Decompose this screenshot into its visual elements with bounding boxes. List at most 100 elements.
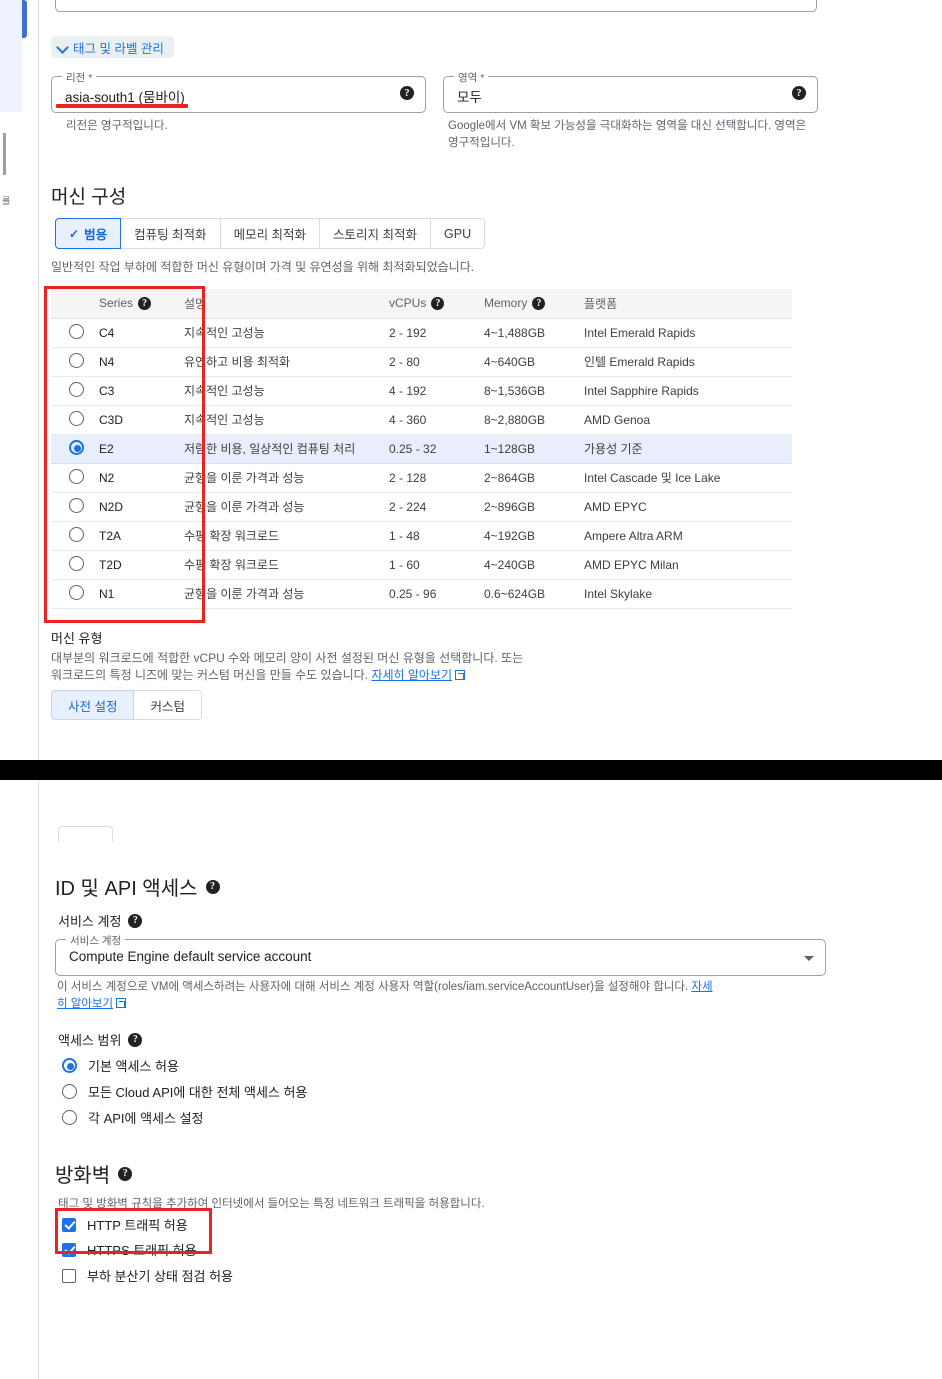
cell-memory: 2~864GB: [484, 463, 584, 493]
series-radio-cell[interactable]: [51, 376, 99, 406]
zone-select[interactable]: 영역 * 모두: [443, 70, 818, 113]
radio-series-N2[interactable]: [69, 468, 84, 484]
machine-type-learn-more-link[interactable]: 자세히 알아보기: [371, 668, 452, 682]
cell-memory: 1~128GB: [484, 434, 584, 464]
series-radio-cell[interactable]: [51, 318, 99, 348]
firewall-option-http[interactable]: HTTP 트래픽 허용: [62, 1215, 188, 1234]
series-radio-cell[interactable]: [51, 405, 99, 435]
cell-platform: Intel Sapphire Rapids: [584, 376, 792, 406]
region-help-icon[interactable]: ?: [400, 86, 414, 100]
service-account-learn-more-link-part2[interactable]: 히 알아보기: [57, 998, 113, 1010]
tab-general-purpose-label: 범용: [84, 228, 108, 242]
series-radio-cell[interactable]: [51, 434, 99, 464]
manage-tags-labels-toggle[interactable]: 태그 및 라벨 관리: [51, 36, 174, 58]
access-scope-option-full[interactable]: 모든 Cloud API에 대한 전체 액세스 허용: [62, 1082, 307, 1101]
table-row[interactable]: C3D 지속적인 고성능 4 - 360 8~2,880GB AMD Genoa: [51, 405, 792, 435]
firewall-description: 태그 및 방화벽 규칙을 추가하여 인터넷에서 들어오는 특정 네트워크 트래픽…: [58, 1198, 485, 1210]
table-row[interactable]: T2D 수평 확장 워크로드 1 - 60 4~240GB AMD EPYC Milan: [51, 550, 792, 580]
service-account-help-icon[interactable]: ?: [128, 913, 143, 928]
series-radio-cell[interactable]: [51, 347, 99, 377]
series-radio-cell[interactable]: [51, 521, 99, 551]
tab-compute-optimized[interactable]: 컴퓨팅 최적화: [121, 218, 221, 249]
cell-platform: AMD Genoa: [584, 405, 792, 435]
radio-series-E2[interactable]: [69, 439, 84, 455]
cell-description: 균형을 이룬 가격과 성능: [184, 492, 389, 522]
machine-family-tabs[interactable]: ✓ 범용 컴퓨팅 최적화 메모리 최적화 스토리지 최적화 GPU: [55, 218, 486, 249]
series-radio-cell[interactable]: [51, 463, 99, 493]
service-account-label-row: 서비스 계정 ?: [58, 911, 143, 930]
table-row[interactable]: E2 저렴한 비용, 일상적인 컴퓨팅 처리 0.25 - 32 1~128GB 가용성…: [51, 434, 792, 464]
machine-config-title: 머신 구성: [51, 187, 127, 208]
region-legend: 리전 *: [62, 70, 97, 85]
radio-series-C4[interactable]: [69, 323, 84, 339]
radio-full-access[interactable]: [62, 1084, 77, 1099]
radio-series-T2A[interactable]: [69, 526, 84, 542]
external-link-icon: [116, 997, 127, 1008]
service-account-hint-text: 이 서비스 계정으로 VM에 액세스하려는 사용자에 대해 서비스 계정 사용자…: [57, 981, 689, 993]
radio-per-api-access[interactable]: [62, 1110, 77, 1125]
checkbox-allow-load-balancer-health-check[interactable]: [62, 1268, 76, 1283]
access-scope-option-per-api[interactable]: 각 API에 액세스 설정: [62, 1108, 204, 1127]
identity-api-access-help-icon[interactable]: ?: [205, 879, 220, 894]
radio-series-C3[interactable]: [69, 381, 84, 397]
table-row[interactable]: N4 유연하고 비용 최적화 2 - 80 4~640GB 인텔 Emerald Rap…: [51, 347, 792, 377]
access-scope-label-row: 액세스 범위 ?: [58, 1030, 143, 1049]
radio-series-T2D[interactable]: [69, 555, 84, 571]
tab-gpu[interactable]: GPU: [431, 218, 486, 249]
table-row[interactable]: C3 지속적인 고성능 4 - 192 8~1,536GB Intel Sapphire…: [51, 376, 792, 406]
clipped-tab-stub[interactable]: [58, 826, 113, 842]
clipped-input-field-above[interactable]: [55, 0, 817, 12]
radio-series-N2D[interactable]: [69, 497, 84, 513]
machine-series-table: Series ? 설명 vCPUs ? Memory ? 플랫폼 C4 지속적인…: [51, 289, 792, 609]
machine-type-preset-button[interactable]: 사전 설정: [51, 690, 135, 720]
table-row[interactable]: T2A 수평 확장 워크로드 1 - 48 4~192GB Ampere Altra A…: [51, 521, 792, 551]
firewall-help-icon[interactable]: ?: [118, 1166, 133, 1181]
cell-vcpus: 4 - 360: [389, 405, 484, 435]
firewall-option-health-check[interactable]: 부하 분산기 상태 점검 허용: [62, 1266, 233, 1285]
machine-type-mode-buttons[interactable]: 사전 설정 커스텀: [51, 690, 202, 720]
firewall-title: 방화벽: [55, 1165, 111, 1187]
region-select[interactable]: 리전 * asia-south1 (뭄바이): [51, 70, 426, 113]
radio-series-N1[interactable]: [69, 584, 84, 600]
checkbox-allow-https[interactable]: [62, 1242, 76, 1257]
series-radio-cell[interactable]: [51, 579, 99, 609]
series-radio-cell[interactable]: [51, 550, 99, 580]
firewall-option-https[interactable]: HTTPS 트래픽 허용: [62, 1240, 197, 1259]
tab-memory-optimized[interactable]: 메모리 최적화: [220, 218, 321, 249]
vcpus-help-icon[interactable]: ?: [431, 296, 445, 310]
table-row[interactable]: C4 지속적인 고성능 2 - 192 4~1,488GB Intel Emerald …: [51, 318, 792, 348]
cell-description: 지속적인 고성능: [184, 405, 389, 435]
radio-series-N4[interactable]: [69, 352, 84, 368]
access-scope-option-default[interactable]: 기본 액세스 허용: [62, 1056, 179, 1075]
table-row[interactable]: N2 균형을 이룬 가격과 성능 2 - 128 2~864GB Intel Casca…: [51, 463, 792, 493]
cell-platform: AMD EPYC: [584, 492, 792, 522]
series-radio-cell[interactable]: [51, 492, 99, 522]
th-series: Series ?: [99, 289, 184, 319]
firewall-title-row: 방화벽 ?: [55, 1159, 133, 1188]
table-row[interactable]: N1 균형을 이룬 가격과 성능 0.25 - 96 0.6~624GB Intel S…: [51, 579, 792, 609]
sidebar-divider-mark: [3, 133, 6, 175]
service-account-learn-more-link-part1[interactable]: 자세: [691, 981, 712, 993]
radio-series-C3D[interactable]: [69, 410, 84, 426]
tab-storage-optimized[interactable]: 스토리지 최적화: [320, 218, 432, 249]
cell-series: N4: [99, 347, 184, 377]
zone-help-icon[interactable]: ?: [792, 86, 806, 100]
cell-memory: 2~896GB: [484, 492, 584, 522]
radio-default-access[interactable]: [62, 1058, 77, 1073]
memory-help-icon[interactable]: ?: [532, 296, 546, 310]
th-vcpus: vCPUs ?: [389, 289, 484, 319]
checkbox-allow-http[interactable]: [62, 1217, 76, 1232]
region-value: asia-south1 (뭄바이): [65, 90, 185, 105]
sidebar-active-indicator: [22, 0, 27, 38]
identity-api-access-title-row: ID 및 API 액세스 ?: [55, 872, 220, 901]
cell-series: E2: [99, 434, 184, 464]
cell-series: N1: [99, 579, 184, 609]
tab-general-purpose[interactable]: ✓ 범용: [55, 218, 122, 249]
table-row[interactable]: N2D 균형을 이룬 가격과 성능 2 - 224 2~896GB AMD EPYC: [51, 492, 792, 522]
series-help-icon[interactable]: ?: [138, 296, 152, 310]
access-scope-help-icon[interactable]: ?: [128, 1032, 143, 1047]
cell-memory: 4~640GB: [484, 347, 584, 377]
cell-memory: 8~1,536GB: [484, 376, 584, 406]
service-account-select[interactable]: 서비스 계정 Compute Engine default service ac…: [55, 933, 826, 976]
machine-type-custom-button[interactable]: 커스텀: [134, 690, 202, 720]
